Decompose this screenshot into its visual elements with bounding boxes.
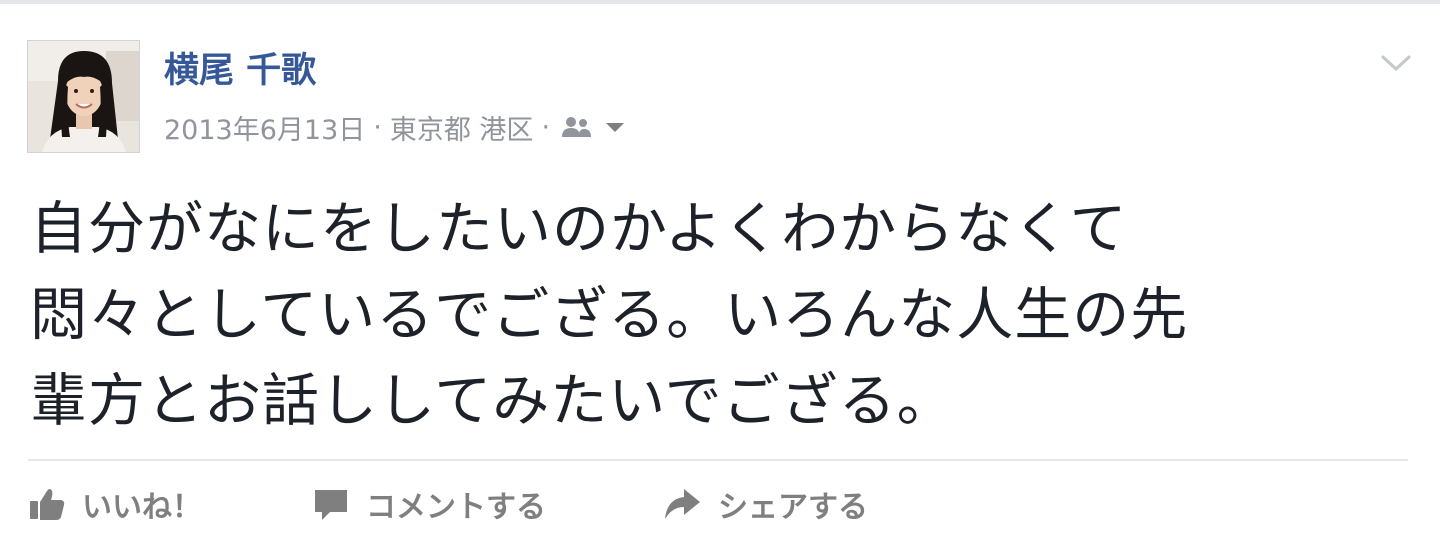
share-button[interactable]: シェアする [662, 482, 868, 526]
post-date[interactable]: 2013年6月13日 [164, 108, 365, 147]
divider [28, 459, 1408, 461]
post-message-line: 自分がなにをしたいのかよくわからなくて [30, 196, 1128, 262]
post-card: 横尾 千歌 2013年6月13日 · 東京都 港区 · 自分がなにをしたいのかよ… [0, 0, 1440, 545]
share-arrow-icon [662, 485, 702, 523]
comment-label: コメントする [366, 490, 546, 525]
post-options-chevron-icon[interactable] [1376, 48, 1416, 78]
meta-separator: · [541, 111, 551, 143]
share-label: シェアする [718, 490, 868, 525]
like-button[interactable]: いいね！ [28, 482, 312, 526]
caret-down-icon[interactable] [604, 120, 626, 134]
meta-separator: · [373, 111, 382, 143]
post-location[interactable]: 東京都 港区 [390, 108, 534, 147]
comment-button[interactable]: コメントする [312, 482, 662, 526]
comment-icon [312, 485, 350, 523]
avatar-photo [28, 41, 139, 152]
author-name[interactable]: 横尾 千歌 [164, 50, 316, 92]
post-message-line: 輩方とお話ししてみたいでござる。 [30, 368, 955, 434]
post-meta: 2013年6月13日 · 東京都 港区 · [164, 107, 626, 147]
thumbs-up-icon [28, 485, 66, 523]
like-label: いいね！ [82, 490, 202, 525]
action-bar: いいね！ コメントする シェアする [28, 474, 868, 534]
post-message-line: 悶々としているでござる。いろんな人生の先 [30, 282, 1189, 348]
friends-icon[interactable] [560, 115, 594, 139]
avatar[interactable] [27, 40, 140, 153]
post-message: 自分がなにをしたいのかよくわからなくて 悶々としているでござる。いろんな人生の先… [30, 186, 1420, 444]
